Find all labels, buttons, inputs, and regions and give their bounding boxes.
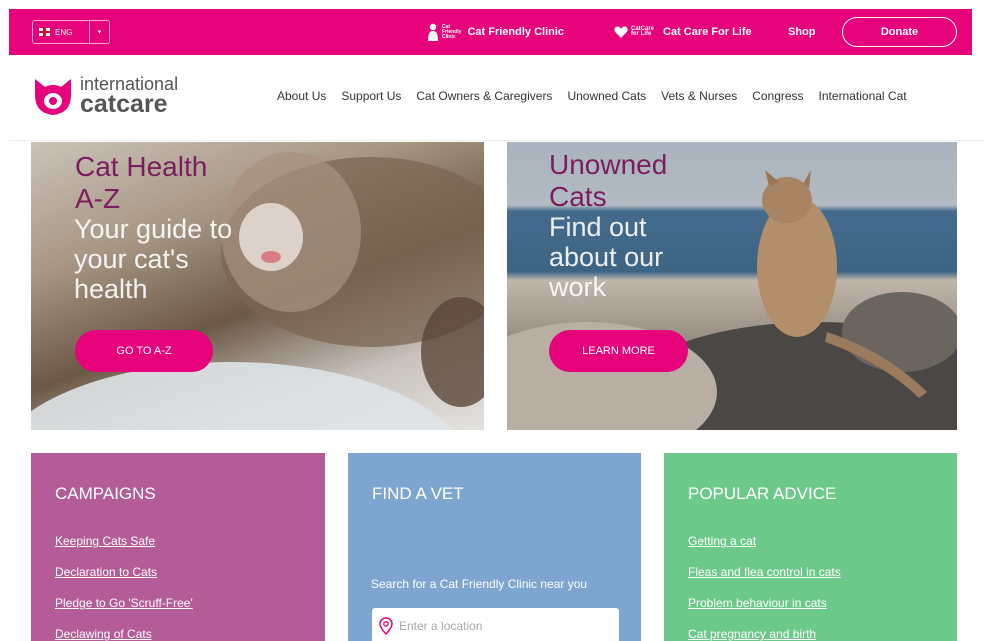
advice-link[interactable]: Fleas and flea control in cats xyxy=(688,564,841,581)
location-search-field[interactable] xyxy=(372,608,619,641)
cat-friendly-clinic-link[interactable]: Cat Friendly Clinic Cat Friendly Clinic xyxy=(427,9,564,55)
campaign-link[interactable]: Pledge to Go 'Scruff-Free' xyxy=(55,595,193,612)
site-header: international catcare About Us Support U… xyxy=(9,55,984,141)
cat-care-for-life-link[interactable]: CatCare for Life Cat Care For Life xyxy=(614,9,752,55)
advice-links: Getting a cat Fleas and flea control in … xyxy=(688,533,841,641)
location-pin-icon xyxy=(379,617,393,635)
cat-friendly-clinic-label: Cat Friendly Clinic xyxy=(467,26,565,38)
campaigns-panel: CAMPAIGNS Keeping Cats Safe Declaration … xyxy=(31,453,325,641)
heart-icon xyxy=(614,26,628,38)
find-vet-label: Search for a Cat Friendly Clinic near yo… xyxy=(371,577,588,591)
logo-line-2: catcare xyxy=(80,90,168,118)
campaign-link[interactable]: Declawing of Cats xyxy=(55,626,193,641)
advice-link[interactable]: Cat pregnancy and birth xyxy=(688,626,841,641)
campaigns-links: Keeping Cats Safe Declaration to Cats Pl… xyxy=(55,533,193,641)
nav-unowned-cats[interactable]: Unowned Cats xyxy=(567,89,646,103)
donate-button[interactable]: Donate xyxy=(842,17,957,47)
location-input[interactable] xyxy=(399,619,599,633)
hero-card-cat-health[interactable]: Cat Health A-Z Your guide to your cat's … xyxy=(31,142,484,430)
cat-logo-icon xyxy=(35,79,71,115)
advice-link[interactable]: Getting a cat xyxy=(688,533,841,550)
main-nav: About Us Support Us Cat Owners & Caregiv… xyxy=(277,89,907,103)
shop-link[interactable]: Shop xyxy=(788,9,816,55)
cat-care-for-life-logo: CatCare for Life xyxy=(614,26,657,38)
international-cat-care-logo[interactable]: international catcare xyxy=(31,73,178,117)
find-a-vet-title: FIND A VET xyxy=(372,484,464,503)
nav-congress[interactable]: Congress xyxy=(752,89,803,103)
cat-care-for-life-label: Cat Care For Life xyxy=(663,26,752,38)
hero-left-subtitle: Your guide to your cat's health xyxy=(74,214,233,304)
campaigns-title: CAMPAIGNS xyxy=(55,484,156,503)
nav-cat-owners[interactable]: Cat Owners & Caregivers xyxy=(416,89,552,103)
advice-link[interactable]: Problem behaviour in cats xyxy=(688,595,841,612)
hero-right-subtitle: Find out about our work xyxy=(549,212,664,302)
go-to-a-z-button[interactable]: GO TO A-Z xyxy=(75,330,213,372)
nav-support-us[interactable]: Support Us xyxy=(341,89,401,103)
cat-friendly-clinic-logo: Cat Friendly Clinic xyxy=(427,23,461,41)
campaign-link[interactable]: Keeping Cats Safe xyxy=(55,533,193,550)
language-selector[interactable]: ENG ▾ xyxy=(32,20,110,44)
campaign-link[interactable]: Declaration to Cats xyxy=(55,564,193,581)
top-bar: ENG ▾ Cat Friendly Clinic Cat Friendly C… xyxy=(9,9,972,55)
popular-advice-title: POPULAR ADVICE xyxy=(688,484,837,503)
language-label: ENG xyxy=(55,27,73,37)
uk-flag-icon xyxy=(39,28,50,36)
nav-international-cat[interactable]: International Cat xyxy=(819,89,907,103)
nav-vets-nurses[interactable]: Vets & Nurses xyxy=(661,89,737,103)
hero-right-title: Unowned Cats xyxy=(549,149,668,212)
nav-about-us[interactable]: About Us xyxy=(277,89,326,103)
learn-more-button[interactable]: LEARN MORE xyxy=(549,330,688,372)
popular-advice-panel: POPULAR ADVICE Getting a cat Fleas and f… xyxy=(664,453,957,641)
find-a-vet-panel: FIND A VET Search for a Cat Friendly Cli… xyxy=(348,453,641,641)
chevron-down-icon[interactable]: ▾ xyxy=(89,21,109,43)
hero-left-title: Cat Health A-Z xyxy=(75,151,208,214)
cat-silhouette-icon xyxy=(428,23,438,41)
hero-card-unowned-cats[interactable]: Unowned Cats Find out about our work LEA… xyxy=(507,142,957,430)
